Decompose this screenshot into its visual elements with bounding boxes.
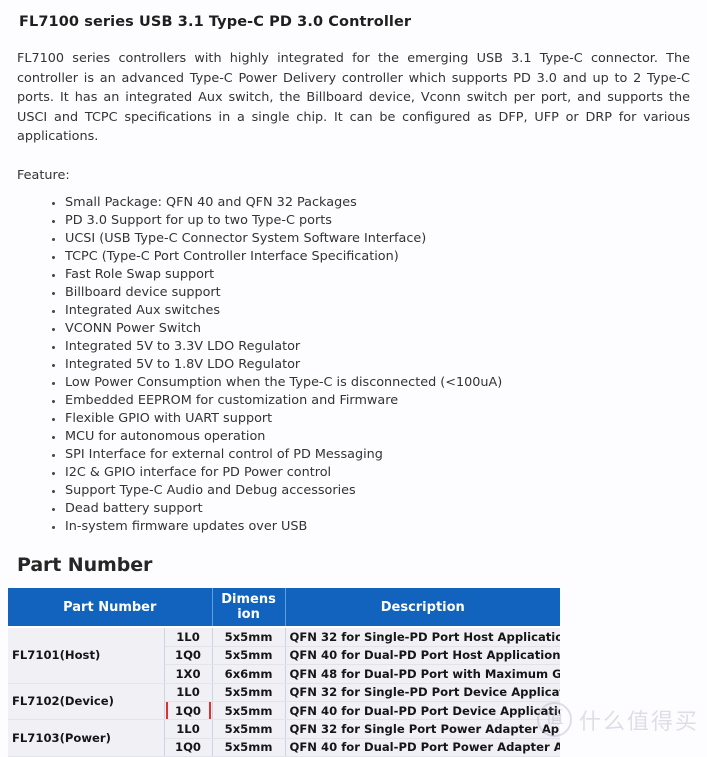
list-item: Small Package: QFN 40 and QFN 32 Package… [17,194,690,212]
cell-description: QFN 32 for Single-PD Port Host Applicati… [285,627,561,647]
column-header-dimension-line1: Dimens [221,592,276,608]
cell-dimension: 5x5mm [212,719,286,739]
list-item: Integrated 5V to 1.8V LDO Regulator [17,356,690,374]
list-item: VCONN Power Switch [17,320,690,338]
list-item: UCSI (USB Type-C Connector System Softwa… [17,230,690,248]
list-item: Support Type-C Audio and Debug accessori… [17,482,690,500]
table-header-row: Part Number Dimens ion Description [8,588,561,629]
list-item: Integrated Aux switches [17,302,690,320]
part-number-table-wrapper: Part Number Dimens ion Description FL710… [8,588,569,757]
list-item: Low Power Consumption when the Type-C is… [17,374,690,392]
cell-code: 1X0 [164,664,213,684]
column-header-dimension: Dimens ion [212,588,286,629]
section-heading-part-number: Part Number [17,554,153,577]
cell-dimension: 5x5mm [212,627,286,647]
cell-code: 1L0 [164,627,213,647]
cell-part-name: FL7101(Host) [8,627,165,684]
list-item: Dead battery support [17,500,690,518]
cell-dimension: 5x5mm [212,738,286,757]
list-item: Embedded EEPROM for customization and Fi… [17,392,690,410]
list-item: Flexible GPIO with UART support [17,410,690,428]
cell-code: 1Q0 [164,738,213,757]
list-item: PD 3.0 Support for up to two Type-C port… [17,212,690,230]
cell-description: QFN 32 for Single Port Power Adapter App… [285,719,561,739]
cell-description: QFN 32 for Single-PD Port Device Applica… [285,683,561,702]
list-item: Integrated 5V to 3.3V LDO Regulator [17,338,690,356]
list-item: I2C & GPIO interface for PD Power contro… [17,464,690,482]
cell-code: 1L0 [164,683,213,702]
table-row: FL7102(Device) 1L0 5x5mm QFN 32 for Sing… [8,683,561,721]
part-number-table: Part Number Dimens ion Description FL710… [8,588,561,757]
list-item: MCU for autonomous operation [17,428,690,446]
cell-dimension: 5x5mm [212,701,286,721]
cell-description: QFN 40 for Dual-PD Port Host Application [285,646,561,666]
watermark-text: 什么值得买 [578,709,699,735]
column-header-description: Description [285,588,561,629]
feature-label: Feature: [17,167,70,183]
cell-dimension: 5x5mm [212,646,286,666]
column-header-part-number: Part Number [8,588,213,629]
cell-part-name: FL7103(Power) [8,719,165,757]
list-item: Billboard device support [17,284,690,302]
cell-dimension: 6x6mm [212,664,286,684]
cell-code-highlighted: 1Q0 [164,701,213,721]
cell-description: QFN 40 for Dual-PD Port Device Applicati… [285,701,561,721]
cell-description: QFN 40 for Dual-PD Port Power Adapter Ap… [285,738,561,757]
column-header-dimension-line2: ion [237,607,260,623]
feature-list: Small Package: QFN 40 and QFN 32 Package… [17,185,690,537]
table-row: FL7103(Power) 1L0 5x5mm QFN 32 for Singl… [8,719,561,757]
table-row: FL7101(Host) 1L0 5x5mm QFN 32 for Single… [8,627,561,684]
cell-code: 1L0 [164,719,213,739]
list-item: SPI Interface for external control of PD… [17,446,690,464]
intro-paragraph: FL7100 series controllers with highly in… [17,51,690,144]
cell-part-name: FL7102(Device) [8,683,165,721]
document-page: FL7100 series USB 3.1 Type-C PD 3.0 Cont… [0,0,707,757]
table-body: FL7101(Host) 1L0 5x5mm QFN 32 for Single… [8,627,561,757]
list-item: Fast Role Swap support [17,266,690,284]
list-item: In-system firmware updates over USB [17,518,690,536]
cell-code: 1Q0 [164,646,213,666]
list-item: TCPC (Type-C Port Controller Interface S… [17,248,690,266]
cell-code-text: 1Q0 [175,703,201,718]
page-title: FL7100 series USB 3.1 Type-C PD 3.0 Cont… [19,14,412,30]
cell-description: QFN 48 for Dual-PD Port with Maximum GPI… [285,664,561,684]
cell-dimension: 5x5mm [212,683,286,702]
